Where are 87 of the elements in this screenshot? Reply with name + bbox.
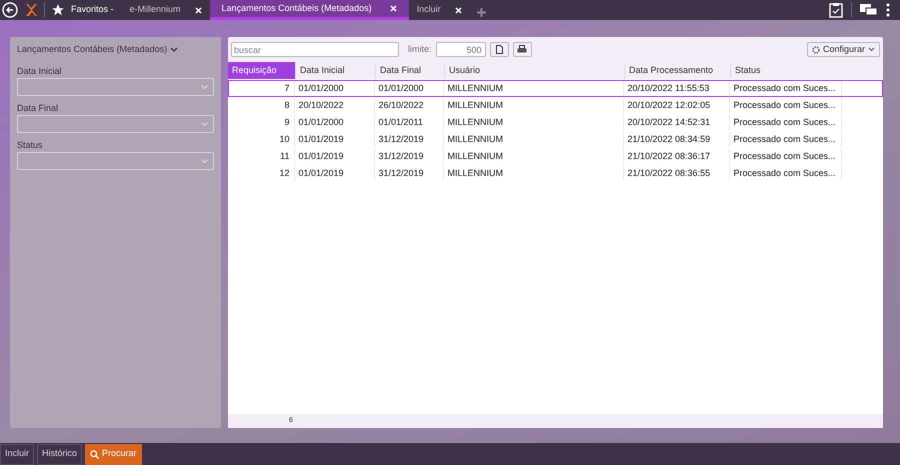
field-label: Data Final (17, 102, 60, 115)
table-cell: 01/01/2000 (374, 81, 444, 96)
export-button[interactable] (490, 42, 509, 57)
panel-title: Lançamentos Contábeis (Metadados) (17, 43, 168, 56)
favorites-menu[interactable]: Favoritos - (71, 3, 114, 17)
table-cell: 20/10/2022 (294, 98, 374, 113)
chat-icon[interactable] (860, 3, 878, 17)
table-cell: Processado com Suces... (730, 149, 842, 164)
table-cell: 01/01/2019 (294, 149, 374, 164)
tab[interactable]: e-Millennium (122, 0, 210, 20)
chevron-icon (201, 159, 208, 163)
column-header[interactable]: Data Processamento (624, 62, 730, 79)
table-cell: 12 (229, 166, 294, 181)
select-field[interactable] (17, 115, 214, 133)
chevron-icon (201, 122, 208, 126)
close-icon[interactable] (454, 6, 462, 14)
table-cell: 20/10/2022 11:55:53 (624, 81, 730, 96)
column-header[interactable]: Usuário (444, 62, 624, 79)
column-header[interactable]: Data Inicial (295, 62, 375, 79)
table-cell: 9 (229, 115, 294, 130)
field-label: Status (17, 139, 44, 152)
tab[interactable]: Incluir (408, 0, 470, 20)
table-cell: 21/10/2022 08:34:59 (624, 132, 730, 147)
table-cell: Processado com Suces... (730, 81, 842, 96)
limit-label: limite: (408, 42, 432, 56)
table-cell: MILLENNIUM (444, 149, 624, 164)
table-row[interactable]: 7 01/01/2000 01/01/2000 MILLENNIUM 20/10/2022 11:55:53 Processado com Suces... (228, 80, 883, 97)
table-cell: 26/10/2022 (374, 98, 444, 113)
search-icon (90, 450, 100, 458)
table-cell: 01/01/2000 (294, 81, 374, 96)
search-field[interactable]: buscar (231, 42, 399, 57)
action-button[interactable]: Incluir (0, 444, 34, 464)
table-cell: Processado com Suces... (730, 132, 842, 147)
table-cell: 01/01/2011 (374, 115, 444, 130)
close-icon[interactable] (390, 5, 397, 12)
table-cell: 31/12/2019 (374, 149, 444, 164)
select-field[interactable] (17, 152, 214, 170)
table-cell: MILLENNIUM (444, 132, 624, 147)
table-cell: Processado com Suces... (730, 115, 842, 130)
table-row[interactable]: 11 01/01/2019 31/12/2019 MILLENNIUM 21/10/2022 08:36:17 Processado com Suces... (228, 148, 883, 165)
close-icon[interactable] (194, 6, 202, 14)
table-cell: 01/01/2000 (294, 115, 374, 130)
add-tab-icon[interactable] (476, 6, 487, 18)
chevron-icon[interactable] (170, 47, 178, 53)
chevron-icon (868, 47, 875, 52)
table-cell: 01/01/2019 (294, 132, 374, 147)
print-icon (517, 45, 528, 54)
print-button[interactable] (512, 42, 532, 57)
back-icon[interactable] (2, 2, 18, 18)
table-cell: 8 (229, 98, 294, 113)
more-icon[interactable] (886, 3, 890, 17)
configure-button[interactable]: Configurar (806, 42, 880, 57)
table-cell: MILLENNIUM (444, 166, 624, 181)
table-cell: 01/01/2019 (294, 166, 374, 181)
table-cell: 20/10/2022 14:52:31 (624, 115, 730, 130)
table-cell: 31/12/2019 (374, 166, 444, 181)
chevron-icon (201, 85, 208, 89)
table-cell: 7 (229, 81, 294, 96)
column-header[interactable]: Requisição (228, 62, 295, 79)
clipboard-icon[interactable] (829, 2, 843, 18)
table-row[interactable]: 10 01/01/2019 31/12/2019 MILLENNIUM 21/10/2022 08:34:59 Processado com Suces... (228, 131, 883, 148)
settings-icon (812, 46, 820, 54)
table-row[interactable]: 12 01/01/2019 31/12/2019 MILLENNIUM 21/10/2022 08:36:55 Processado com Suces... (228, 165, 883, 182)
table-row[interactable]: 8 20/10/2022 26/10/2022 MILLENNIUM 20/10/2022 12:02:05 Processado com Suces... (228, 97, 883, 114)
table-row[interactable]: 9 01/01/2000 01/01/2011 MILLENNIUM 20/10/2022 14:52:31 Processado com Suces... (228, 114, 883, 131)
table-cell: 10 (229, 132, 294, 147)
table-cell: Processado com Suces... (730, 166, 842, 181)
table-cell: 20/10/2022 12:02:05 (624, 98, 730, 113)
table-cell: MILLENNIUM (444, 81, 624, 96)
table-cell: MILLENNIUM (444, 98, 624, 113)
action-button[interactable]: Histórico (37, 444, 82, 464)
select-field[interactable] (17, 78, 214, 96)
search-button[interactable]: Procurar (85, 444, 142, 464)
logo-icon[interactable] (24, 3, 38, 17)
column-header[interactable]: Status (730, 62, 842, 79)
table-cell: MILLENNIUM (444, 115, 624, 130)
table-cell: 21/10/2022 08:36:55 (624, 166, 730, 181)
table-cell: Processado com Suces... (730, 98, 842, 113)
column-header[interactable]: Data Final (375, 62, 444, 79)
table-cell: 31/12/2019 (374, 132, 444, 147)
limit-field[interactable]: 500 (436, 42, 486, 57)
table-cell: 21/10/2022 08:36:17 (624, 149, 730, 164)
field-label: Data Inicial (17, 65, 63, 78)
document-icon (496, 45, 503, 54)
star-icon[interactable] (51, 3, 65, 17)
tab[interactable]: Lançamentos Contábeis (Metadados) (210, 0, 409, 20)
table-cell: 11 (229, 149, 294, 164)
